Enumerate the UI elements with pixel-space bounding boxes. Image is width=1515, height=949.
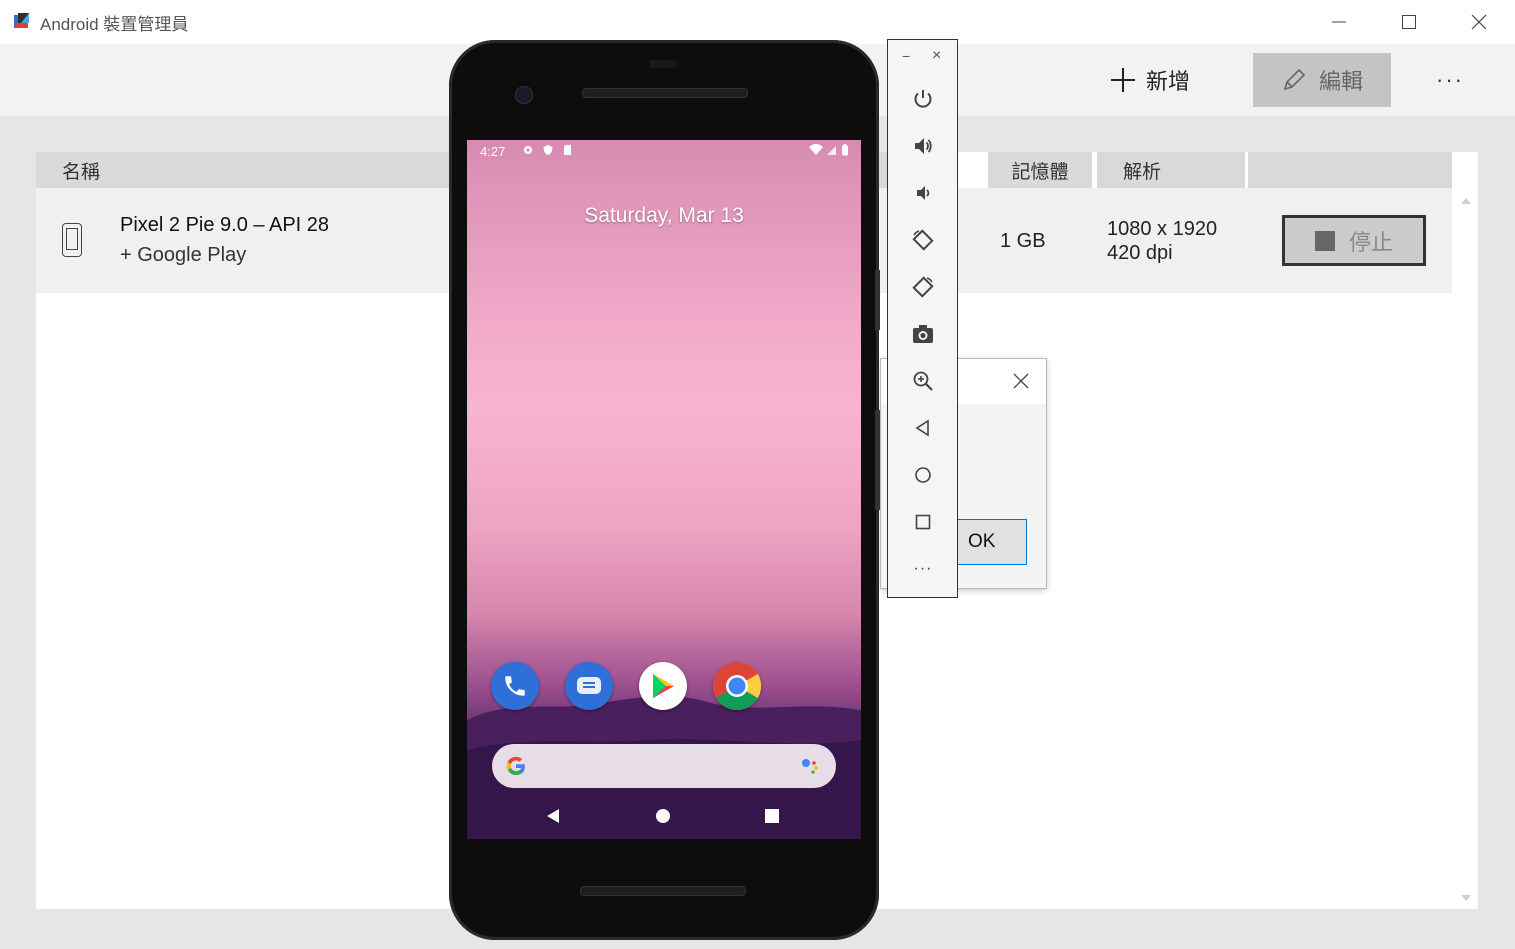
minimize-button[interactable] xyxy=(1319,8,1359,36)
column-header-actions xyxy=(1248,152,1452,188)
column-header-memory[interactable]: 記憶體 xyxy=(988,152,1092,188)
pencil-icon xyxy=(1283,68,1306,91)
zoom-button[interactable] xyxy=(910,368,936,394)
android-nav-bar xyxy=(467,796,861,839)
phone-app-icon[interactable] xyxy=(491,662,539,710)
close-icon xyxy=(1471,14,1487,30)
volume-down-icon xyxy=(917,186,930,200)
scroll-up-arrow-icon[interactable] xyxy=(1461,198,1471,204)
assistant-icon[interactable] xyxy=(798,754,822,778)
side-button xyxy=(875,270,880,330)
back-triangle-icon xyxy=(915,419,929,437)
volume-rocker xyxy=(875,410,880,510)
stop-button[interactable]: 停止 xyxy=(1282,215,1426,266)
power-button[interactable] xyxy=(910,86,936,112)
vertical-scrollbar[interactable] xyxy=(1452,188,1478,909)
device-subtitle: + Google Play xyxy=(120,244,247,266)
volume-up-icon xyxy=(915,138,932,154)
minimize-icon xyxy=(1332,21,1346,23)
play-store-app-icon[interactable] xyxy=(639,662,687,710)
emulator-close-button[interactable]: × xyxy=(932,47,941,65)
status-bar: 4:27 xyxy=(467,140,861,164)
device-name: Pixel 2 Pie 9.0 – API 28 xyxy=(120,214,330,236)
phone-device-icon xyxy=(62,223,82,257)
maximize-button[interactable] xyxy=(1389,8,1429,36)
stop-icon xyxy=(1314,230,1335,251)
emulator-toolbar-header: − × xyxy=(888,47,957,68)
maximize-icon xyxy=(1402,15,1416,29)
plus-icon xyxy=(1111,68,1135,92)
more-controls-button[interactable]: ··· xyxy=(910,556,936,582)
status-time: 4:27 xyxy=(480,144,506,159)
edit-device-button[interactable]: 編輯 xyxy=(1253,53,1391,107)
emulator-toolbar: − × ··· xyxy=(887,39,958,598)
device-density: 420 dpi xyxy=(1107,242,1173,264)
screenshot-button[interactable] xyxy=(910,321,936,347)
phone-sensor xyxy=(649,60,677,68)
emulator-screen[interactable]: 4:27 Saturday, Mar 13 xyxy=(467,140,861,839)
nav-home-icon[interactable] xyxy=(655,808,671,824)
column-name-label: 名稱 xyxy=(62,161,101,183)
status-notification-icons xyxy=(522,144,574,156)
lockscreen-date: Saturday, Mar 13 xyxy=(584,204,744,227)
sd-card-icon xyxy=(564,145,571,155)
power-icon xyxy=(914,90,932,108)
chrome-app-icon[interactable] xyxy=(713,662,761,710)
signal-icon xyxy=(827,146,836,155)
device-memory: 1 GB xyxy=(1000,230,1046,252)
column-memory-label: 記憶體 xyxy=(1011,161,1069,183)
nav-back-icon[interactable] xyxy=(545,808,561,824)
scroll-down-arrow-icon[interactable] xyxy=(1461,895,1471,901)
edit-label: 編輯 xyxy=(1318,69,1363,94)
rotate-right-icon xyxy=(912,276,934,298)
ok-button[interactable]: OK xyxy=(955,519,1027,565)
nav-overview-icon[interactable] xyxy=(764,808,780,824)
google-g-icon xyxy=(506,756,525,775)
back-button[interactable] xyxy=(910,415,936,441)
add-device-button[interactable]: 新增 xyxy=(1110,60,1190,100)
emulator-phone-frame: 4:27 Saturday, Mar 13 xyxy=(449,40,880,940)
messages-app-icon[interactable] xyxy=(565,662,613,710)
column-resolution-label: 解析 xyxy=(1123,161,1162,183)
overview-button[interactable] xyxy=(910,509,936,535)
title-bar: Android 裝置管理員 xyxy=(0,0,1515,44)
volume-down-button[interactable] xyxy=(910,180,936,206)
home-button[interactable] xyxy=(910,462,936,488)
device-resolution: 1080 x 1920 xyxy=(1107,218,1218,240)
camera-icon xyxy=(913,325,933,343)
stop-label: 停止 xyxy=(1348,229,1393,255)
battery-icon xyxy=(842,144,848,156)
rotate-left-button[interactable] xyxy=(910,227,936,253)
google-search-bar[interactable] xyxy=(492,744,836,788)
front-camera-icon xyxy=(515,86,533,104)
app-dock xyxy=(491,662,761,710)
overview-square-icon xyxy=(915,514,931,530)
zoom-icon xyxy=(913,371,933,391)
window-title: Android 裝置管理員 xyxy=(40,15,189,34)
more-options-button[interactable]: ··· xyxy=(1430,60,1470,100)
rotate-right-button[interactable] xyxy=(910,274,936,300)
shield-icon xyxy=(543,145,553,155)
close-button[interactable] xyxy=(1459,8,1499,36)
emulator-minimize-button[interactable]: − xyxy=(902,48,910,64)
wifi-icon xyxy=(809,144,823,155)
settings-icon xyxy=(524,146,532,154)
volume-up-button[interactable] xyxy=(910,133,936,159)
app-logo-icon xyxy=(14,13,29,28)
rotate-left-icon xyxy=(912,229,934,251)
column-header-resolution[interactable]: 解析 xyxy=(1097,152,1245,188)
home-circle-icon xyxy=(915,467,931,483)
bottom-speaker xyxy=(580,886,746,896)
add-label: 新增 xyxy=(1146,69,1191,94)
dialog-close-icon[interactable] xyxy=(1009,369,1033,393)
earpiece-speaker xyxy=(582,88,748,98)
status-system-icons xyxy=(809,144,849,156)
